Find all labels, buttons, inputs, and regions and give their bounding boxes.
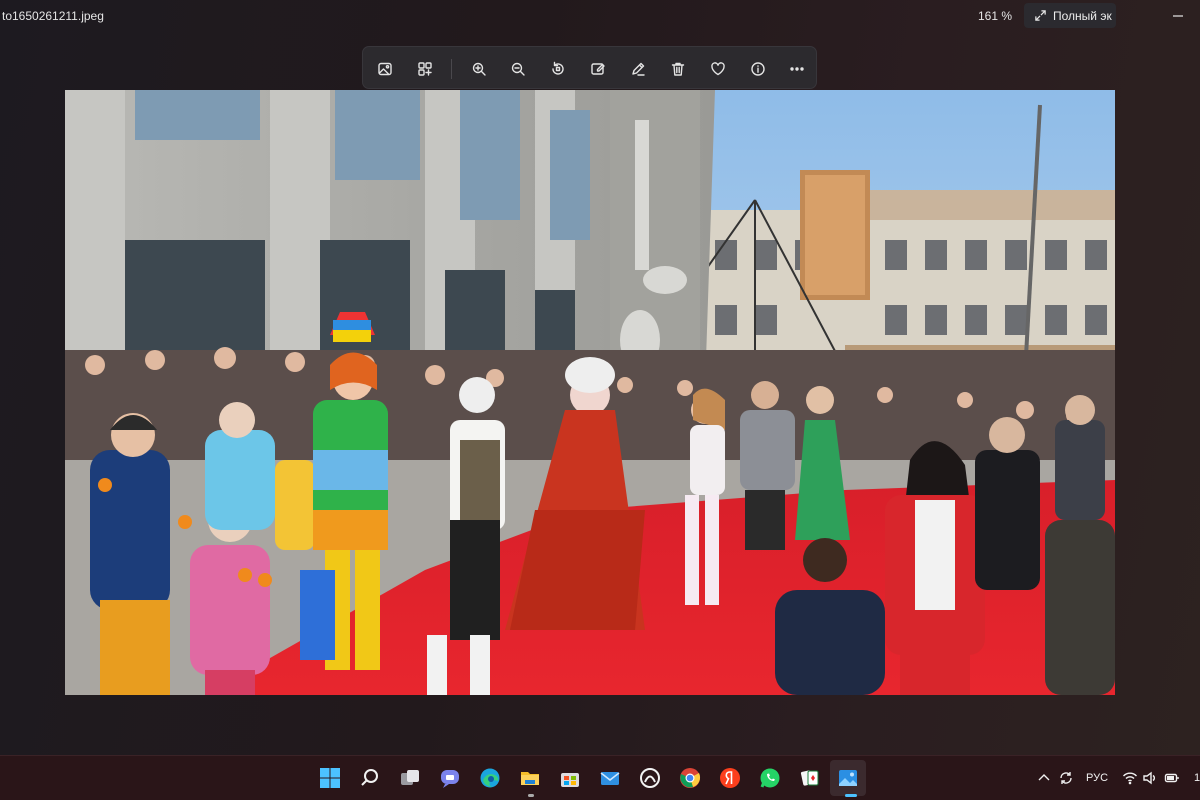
rotate-icon[interactable]	[544, 55, 572, 83]
photo-scene	[65, 90, 1115, 695]
start-icon[interactable]	[318, 766, 342, 790]
file-name: to1650261211.jpeg	[2, 9, 104, 23]
zoom-in-icon[interactable]	[465, 55, 493, 83]
draw-icon[interactable]	[624, 55, 652, 83]
store-icon[interactable]	[558, 766, 582, 790]
image-toolbar	[362, 46, 817, 89]
solitaire-icon[interactable]	[798, 766, 822, 790]
edge-icon[interactable]	[478, 766, 502, 790]
clock[interactable]: 1	[1194, 772, 1200, 784]
chrome-icon[interactable]	[678, 766, 702, 790]
file-explorer-icon[interactable]	[518, 766, 542, 790]
title-bar: to1650261211.jpeg 161 % Полный эк	[0, 0, 1200, 34]
zoom-out-icon[interactable]	[504, 55, 532, 83]
taskbar: РУС 1	[0, 755, 1200, 800]
more-icon[interactable]	[783, 55, 811, 83]
volume-icon[interactable]	[1142, 770, 1158, 786]
delete-icon[interactable]	[664, 55, 692, 83]
language-indicator[interactable]: РУС	[1086, 772, 1108, 784]
yandex-icon[interactable]	[718, 766, 742, 790]
fullscreen-label: Полный эк	[1053, 8, 1112, 23]
task-view-icon[interactable]	[398, 766, 422, 790]
active-indicator	[845, 794, 857, 797]
displayed-photo[interactable]	[65, 90, 1115, 695]
mail-icon[interactable]	[598, 766, 622, 790]
image-icon[interactable]	[371, 55, 399, 83]
chevron-up-icon[interactable]	[1036, 770, 1052, 786]
gallery-icon[interactable]	[411, 55, 439, 83]
photos-icon[interactable]	[830, 760, 866, 796]
wifi-icon[interactable]	[1122, 770, 1138, 786]
sync-icon[interactable]	[1058, 770, 1074, 786]
expand-icon	[1035, 10, 1046, 21]
zoom-level[interactable]: 161 %	[978, 9, 1012, 23]
running-indicator	[528, 794, 534, 797]
fullscreen-button[interactable]: Полный эк	[1024, 3, 1116, 28]
favorite-icon[interactable]	[704, 55, 732, 83]
whatsapp-icon[interactable]	[758, 766, 782, 790]
minimize-icon[interactable]	[1170, 8, 1186, 24]
search-icon[interactable]	[358, 766, 382, 790]
toolbar-divider	[451, 59, 452, 79]
teams-chat-icon[interactable]	[438, 766, 462, 790]
edit-image-icon[interactable]	[584, 55, 612, 83]
app-icon[interactable]	[638, 766, 662, 790]
info-icon[interactable]	[744, 55, 772, 83]
battery-icon[interactable]	[1164, 770, 1180, 786]
